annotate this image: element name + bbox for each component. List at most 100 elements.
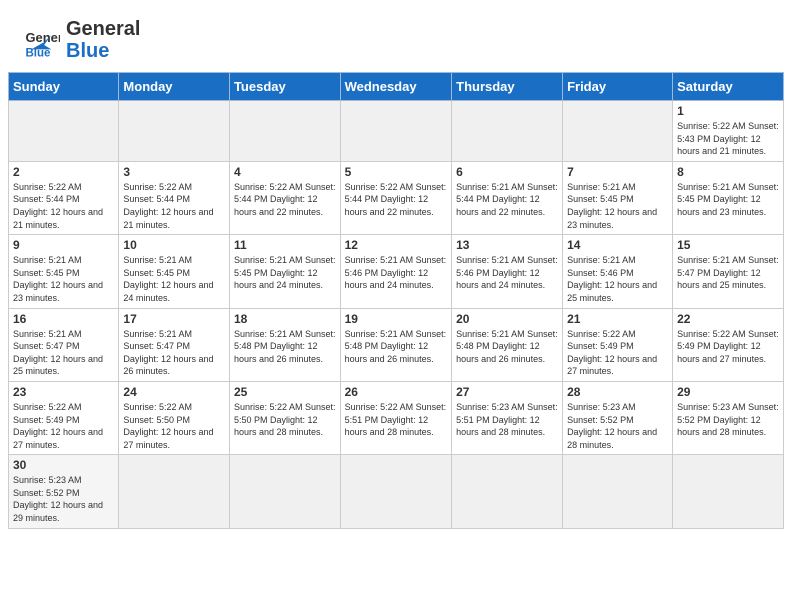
calendar-cell: 19 Sunrise: 5:21 AM Sunset: 5:48 PM Dayli… [340,308,452,381]
day-info: Sunrise: 5:22 AM Sunset: 5:49 PM Dayligh… [13,401,114,451]
day-info: Sunrise: 5:21 AM Sunset: 5:48 PM Dayligh… [456,328,558,366]
calendar-cell: 27 Sunrise: 5:23 AM Sunset: 5:51 PM Dayli… [452,381,563,454]
calendar-cell: 30 Sunrise: 5:23 AM Sunset: 5:52 PM Dayli… [9,455,119,528]
day-info: Sunrise: 5:22 AM Sunset: 5:50 PM Dayligh… [123,401,225,451]
calendar-week-row: 9 Sunrise: 5:21 AM Sunset: 5:45 PM Daylig… [9,235,784,308]
calendar-cell: 21 Sunrise: 5:22 AM Sunset: 5:49 PM Dayli… [563,308,673,381]
calendar-cell: 10 Sunrise: 5:21 AM Sunset: 5:45 PM Dayli… [119,235,230,308]
calendar-week-row: 2 Sunrise: 5:22 AM Sunset: 5:44 PM Daylig… [9,161,784,234]
day-info: Sunrise: 5:22 AM Sunset: 5:44 PM Dayligh… [234,181,336,219]
calendar-cell: 6Sunrise: 5:21 AM Sunset: 5:44 PM Daylig… [452,161,563,234]
day-number: 20 [456,312,558,326]
calendar-cell: 28 Sunrise: 5:23 AM Sunset: 5:52 PM Dayli… [563,381,673,454]
day-number: 9 [13,238,114,252]
day-number: 8 [677,165,779,179]
day-info: Sunrise: 5:22 AM Sunset: 5:51 PM Dayligh… [345,401,448,439]
day-number: 19 [345,312,448,326]
calendar-cell: 23 Sunrise: 5:22 AM Sunset: 5:49 PM Dayli… [9,381,119,454]
day-info: Sunrise: 5:22 AM Sunset: 5:49 PM Dayligh… [677,328,779,366]
day-number: 25 [234,385,336,399]
day-number: 30 [13,458,114,472]
day-info: Sunrise: 5:22 AM Sunset: 5:44 PM Dayligh… [123,181,225,231]
calendar-cell: 20 Sunrise: 5:21 AM Sunset: 5:48 PM Dayli… [452,308,563,381]
calendar-cell: 15 Sunrise: 5:21 AM Sunset: 5:47 PM Dayli… [673,235,784,308]
calendar-cell: 26 Sunrise: 5:22 AM Sunset: 5:51 PM Dayli… [340,381,452,454]
day-number: 24 [123,385,225,399]
day-header-monday: Monday [119,73,230,101]
calendar-cell: 22 Sunrise: 5:22 AM Sunset: 5:49 PM Dayli… [673,308,784,381]
calendar-cell [563,455,673,528]
day-number: 11 [234,238,336,252]
calendar-cell [340,455,452,528]
day-info: Sunrise: 5:23 AM Sunset: 5:52 PM Dayligh… [677,401,779,439]
day-info: Sunrise: 5:22 AM Sunset: 5:49 PM Dayligh… [567,328,668,378]
calendar-cell: 14Sunrise: 5:21 AM Sunset: 5:46 PM Dayli… [563,235,673,308]
calendar-cell: 5 Sunrise: 5:22 AM Sunset: 5:44 PM Daylig… [340,161,452,234]
calendar-cell [563,101,673,162]
logo-icon: General Blue [24,22,60,58]
day-number: 10 [123,238,225,252]
calendar-week-row: 23 Sunrise: 5:22 AM Sunset: 5:49 PM Dayli… [9,381,784,454]
day-info: Sunrise: 5:22 AM Sunset: 5:44 PM Dayligh… [345,181,448,219]
calendar-cell: 3 Sunrise: 5:22 AM Sunset: 5:44 PM Daylig… [119,161,230,234]
day-number: 17 [123,312,225,326]
day-number: 2 [13,165,114,179]
day-header-wednesday: Wednesday [340,73,452,101]
day-info: Sunrise: 5:21 AM Sunset: 5:45 PM Dayligh… [234,254,336,292]
calendar-cell: 24 Sunrise: 5:22 AM Sunset: 5:50 PM Dayli… [119,381,230,454]
day-number: 27 [456,385,558,399]
calendar-cell: 11 Sunrise: 5:21 AM Sunset: 5:45 PM Dayli… [229,235,340,308]
calendar-cell [119,455,230,528]
day-number: 21 [567,312,668,326]
day-info: Sunrise: 5:23 AM Sunset: 5:52 PM Dayligh… [13,474,114,524]
calendar-cell [340,101,452,162]
calendar-cell: 17 Sunrise: 5:21 AM Sunset: 5:47 PM Dayli… [119,308,230,381]
calendar-cell: 8 Sunrise: 5:21 AM Sunset: 5:45 PM Daylig… [673,161,784,234]
day-number: 18 [234,312,336,326]
calendar-cell: 4Sunrise: 5:22 AM Sunset: 5:44 PM Daylig… [229,161,340,234]
day-info: Sunrise: 5:21 AM Sunset: 5:48 PM Dayligh… [345,328,448,366]
page-header: General Blue GeneralBlue [0,0,792,72]
calendar-cell [452,455,563,528]
day-number: 5 [345,165,448,179]
day-info: Sunrise: 5:21 AM Sunset: 5:44 PM Dayligh… [456,181,558,219]
calendar-table: SundayMondayTuesdayWednesdayThursdayFrid… [8,72,784,529]
day-header-thursday: Thursday [452,73,563,101]
day-number: 29 [677,385,779,399]
svg-text:General: General [25,30,60,45]
day-info: Sunrise: 5:21 AM Sunset: 5:46 PM Dayligh… [345,254,448,292]
day-info: Sunrise: 5:21 AM Sunset: 5:47 PM Dayligh… [123,328,225,378]
logo: General Blue GeneralBlue [24,18,140,62]
calendar-header-row: SundayMondayTuesdayWednesdayThursdayFrid… [9,73,784,101]
calendar-cell [673,455,784,528]
day-header-tuesday: Tuesday [229,73,340,101]
day-info: Sunrise: 5:23 AM Sunset: 5:52 PM Dayligh… [567,401,668,451]
calendar-cell: 2Sunrise: 5:22 AM Sunset: 5:44 PM Daylig… [9,161,119,234]
calendar-wrapper: SundayMondayTuesdayWednesdayThursdayFrid… [0,72,792,537]
svg-text:Blue: Blue [25,48,51,58]
day-info: Sunrise: 5:21 AM Sunset: 5:47 PM Dayligh… [677,254,779,292]
day-number: 28 [567,385,668,399]
calendar-cell: 29 Sunrise: 5:23 AM Sunset: 5:52 PM Dayli… [673,381,784,454]
day-number: 22 [677,312,779,326]
day-number: 1 [677,104,779,118]
calendar-cell [9,101,119,162]
day-info: Sunrise: 5:22 AM Sunset: 5:43 PM Dayligh… [677,120,779,158]
calendar-week-row: 16Sunrise: 5:21 AM Sunset: 5:47 PM Dayli… [9,308,784,381]
calendar-cell [229,101,340,162]
day-number: 23 [13,385,114,399]
logo-text: GeneralBlue [66,18,140,62]
calendar-cell: 18Sunrise: 5:21 AM Sunset: 5:48 PM Dayli… [229,308,340,381]
day-info: Sunrise: 5:21 AM Sunset: 5:45 PM Dayligh… [567,181,668,231]
calendar-cell: 25Sunrise: 5:22 AM Sunset: 5:50 PM Dayli… [229,381,340,454]
day-info: Sunrise: 5:21 AM Sunset: 5:45 PM Dayligh… [677,181,779,219]
day-info: Sunrise: 5:21 AM Sunset: 5:45 PM Dayligh… [123,254,225,304]
day-header-saturday: Saturday [673,73,784,101]
day-info: Sunrise: 5:23 AM Sunset: 5:51 PM Dayligh… [456,401,558,439]
calendar-cell: 9Sunrise: 5:21 AM Sunset: 5:45 PM Daylig… [9,235,119,308]
day-header-sunday: Sunday [9,73,119,101]
day-number: 3 [123,165,225,179]
day-number: 14 [567,238,668,252]
day-number: 26 [345,385,448,399]
day-number: 15 [677,238,779,252]
